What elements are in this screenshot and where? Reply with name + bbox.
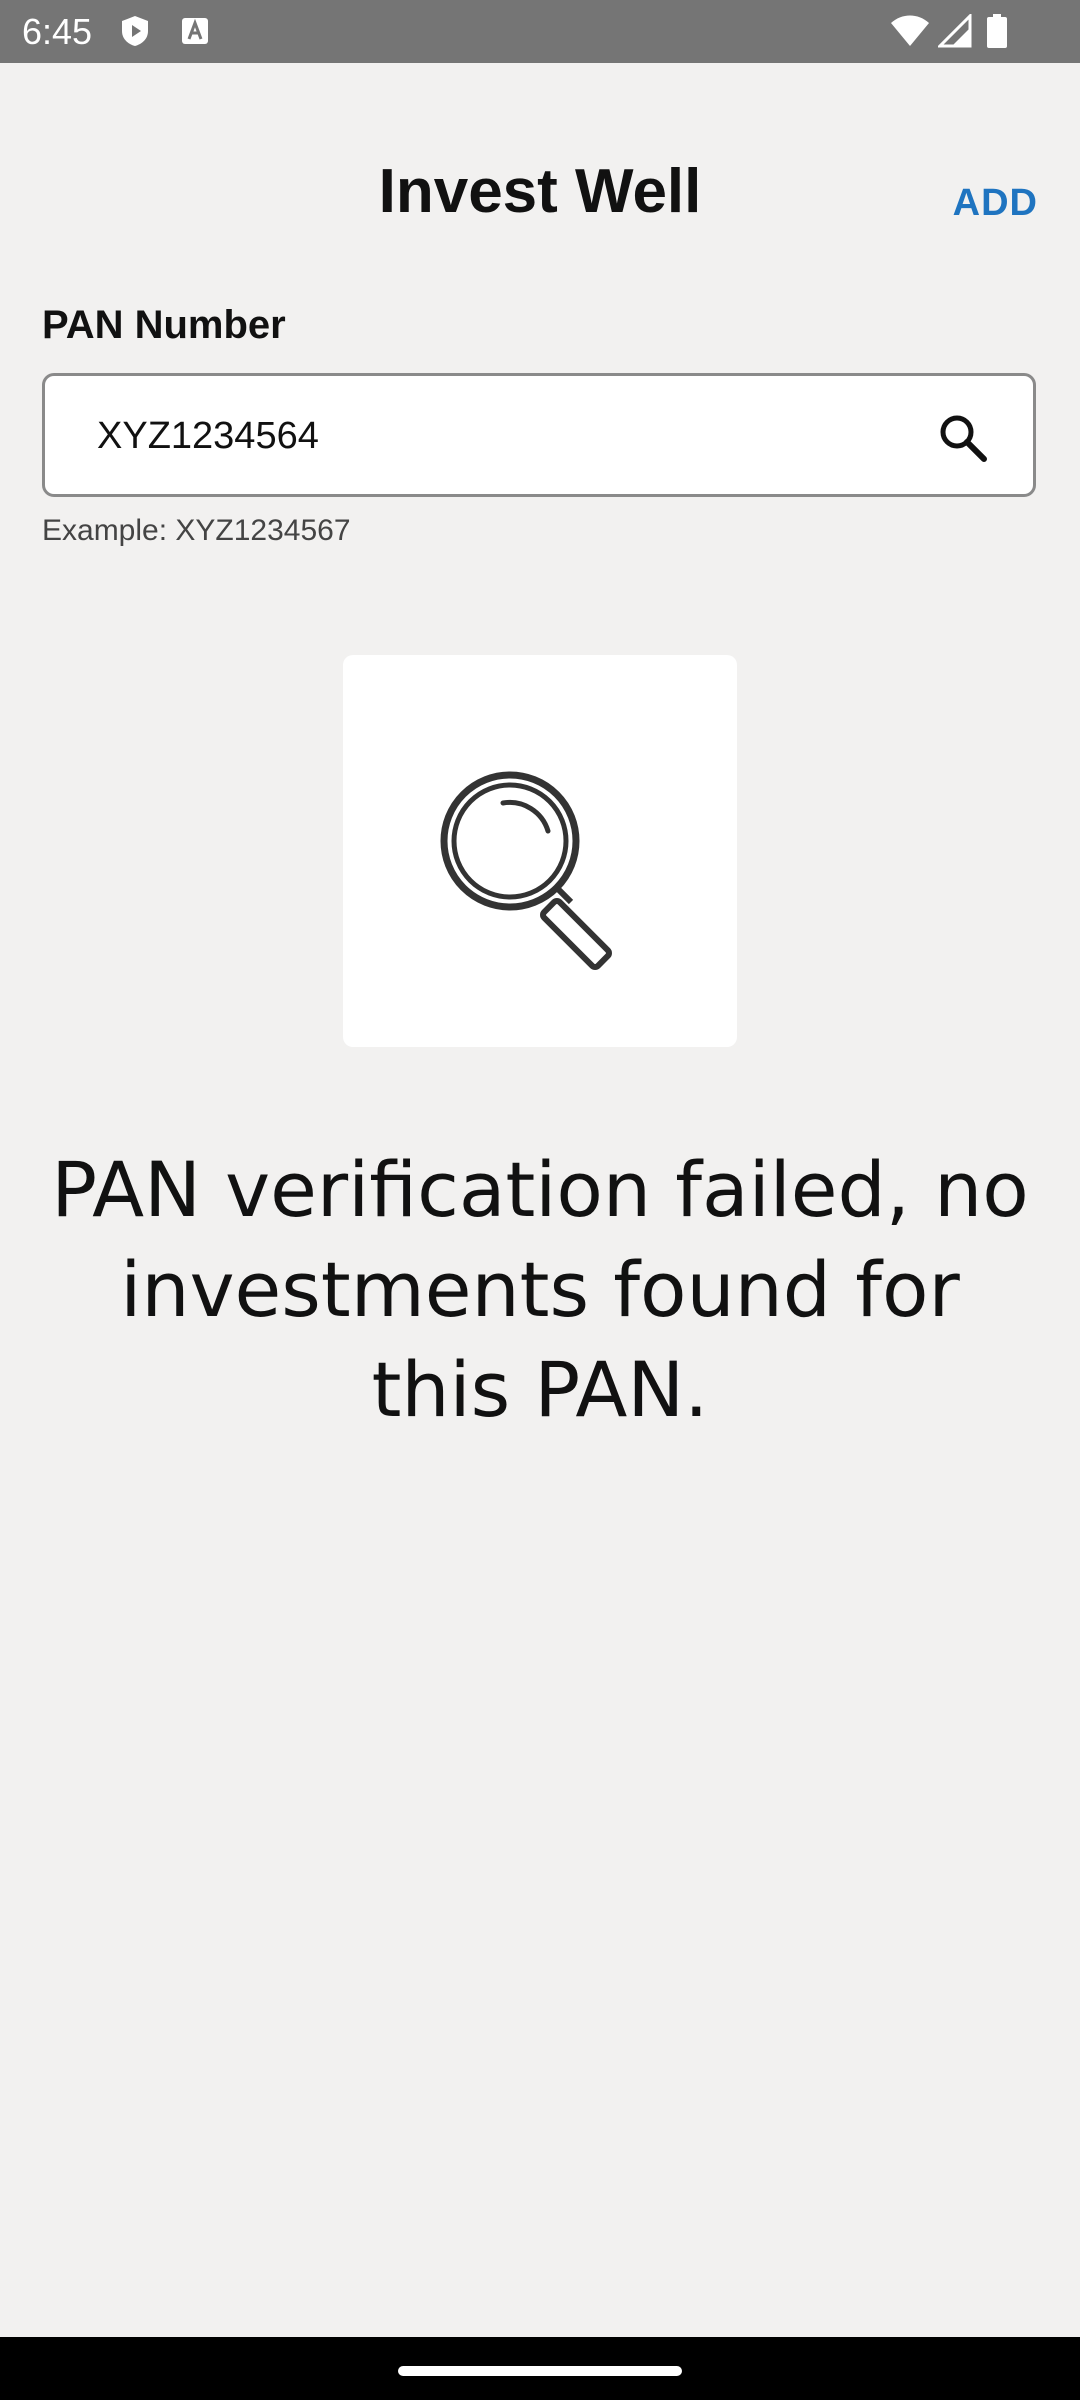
- pan-number-input[interactable]: [97, 406, 897, 466]
- pan-number-label: PAN Number: [42, 303, 286, 347]
- pan-helper-text: Example: XYZ1234567: [42, 514, 351, 547]
- shield-play-icon: [122, 16, 148, 46]
- verification-error-message: PAN verification failed, no investments …: [51, 1145, 1029, 1434]
- page-title: Invest Well: [378, 157, 702, 226]
- signal-icon: [938, 14, 972, 48]
- wifi-icon: [891, 15, 929, 46]
- pan-input-container: [42, 373, 1036, 497]
- status-time: 6:45: [22, 11, 93, 52]
- home-gesture-handle[interactable]: [398, 2366, 682, 2376]
- font-a-icon: [182, 18, 208, 44]
- battery-icon: [987, 14, 1007, 48]
- no-results-illustration: [343, 655, 737, 1047]
- add-button[interactable]: ADD: [953, 180, 1038, 226]
- search-icon[interactable]: [937, 412, 989, 464]
- magnifying-glass-icon: [440, 771, 612, 970]
- status-bar: 6:45: [0, 0, 1080, 63]
